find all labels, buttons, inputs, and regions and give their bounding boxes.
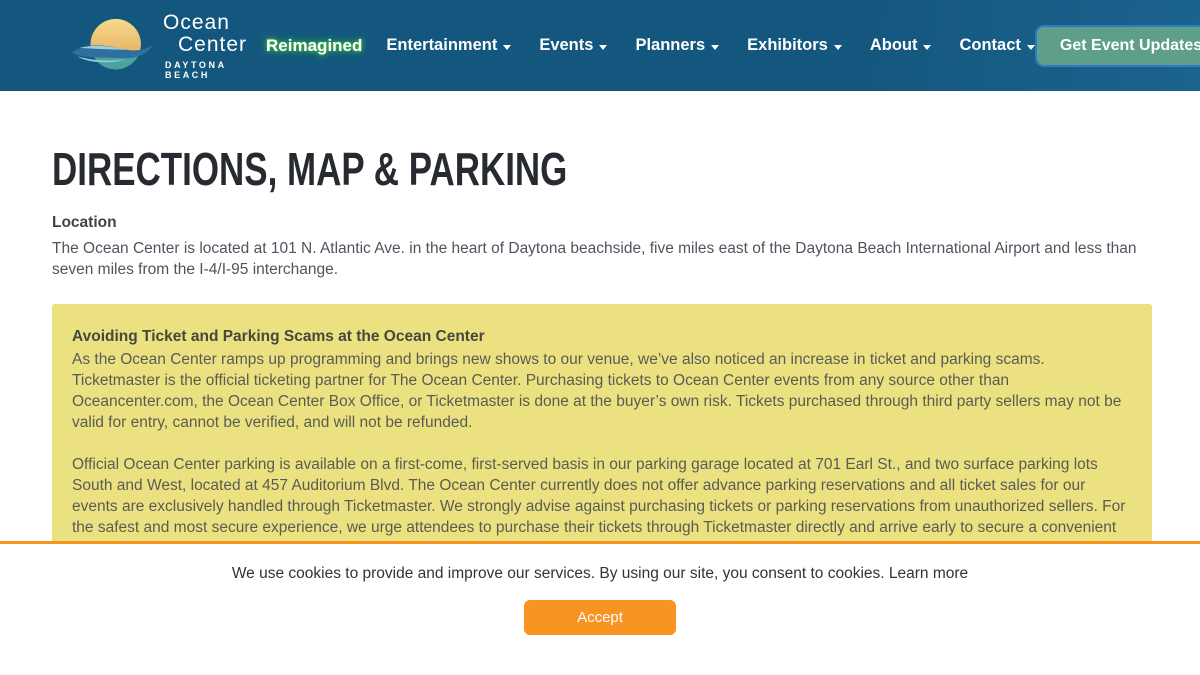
scam-warning-notice-box: Avoiding Ticket and Parking Scams at the…: [52, 304, 1152, 581]
ocean-center-logo[interactable]: Ocean Center DAYTONA BEACH: [70, 12, 247, 80]
nav-item-exhibitors[interactable]: Exhibitors: [747, 36, 842, 55]
nav-item-label: Planners: [635, 36, 705, 55]
chevron-down-icon: [834, 45, 842, 50]
notice-paragraph-tickets: As the Ocean Center ramps up programming…: [72, 349, 1128, 433]
logo-wordmark: Ocean Center DAYTONA BEACH: [163, 12, 247, 80]
cookie-consent-banner: We use cookies to provide and improve ou…: [0, 541, 1200, 675]
page-title: DIRECTIONS, MAP & PARKING: [52, 146, 886, 192]
chevron-down-icon: [711, 45, 719, 50]
nav-item-entertainment[interactable]: Entertainment: [386, 36, 511, 55]
top-navbar: Ocean Center DAYTONA BEACH Reimagined En…: [0, 0, 1200, 91]
nav-item-label: Exhibitors: [747, 36, 828, 55]
logo-line-daytona-beach: DAYTONA BEACH: [165, 60, 247, 80]
sun-wave-logo-icon: [70, 15, 154, 77]
nav-item-events[interactable]: Events: [539, 36, 607, 55]
cookie-message: We use cookies to provide and improve ou…: [0, 565, 1200, 583]
location-label: Location: [52, 214, 1150, 232]
notice-title: Avoiding Ticket and Parking Scams at the…: [72, 326, 1128, 347]
location-paragraph: The Ocean Center is located at 101 N. At…: [52, 238, 1137, 281]
logo-line-ocean: Ocean: [163, 12, 247, 33]
main-navigation: Entertainment Events Planners Exhibitors…: [386, 36, 1035, 55]
nav-item-label: Events: [539, 36, 593, 55]
chevron-down-icon: [1027, 45, 1035, 50]
nav-item-label: Contact: [959, 36, 1020, 55]
accept-cookies-button[interactable]: Accept: [524, 600, 676, 635]
cookie-message-text: We use cookies to provide and improve ou…: [232, 565, 889, 582]
nav-item-planners[interactable]: Planners: [635, 36, 719, 55]
get-event-updates-button[interactable]: Get Event Updates: [1035, 25, 1200, 67]
nav-item-label: Entertainment: [386, 36, 497, 55]
page-content: DIRECTIONS, MAP & PARKING Location The O…: [0, 91, 1200, 581]
chevron-down-icon: [599, 45, 607, 50]
nav-item-label: About: [870, 36, 918, 55]
logo-line-center: Center: [178, 34, 247, 55]
reimagined-badge: Reimagined: [266, 36, 362, 56]
nav-item-about[interactable]: About: [870, 36, 932, 55]
chevron-down-icon: [923, 45, 931, 50]
learn-more-link[interactable]: Learn more: [889, 565, 968, 582]
nav-item-contact[interactable]: Contact: [959, 36, 1034, 55]
chevron-down-icon: [503, 45, 511, 50]
